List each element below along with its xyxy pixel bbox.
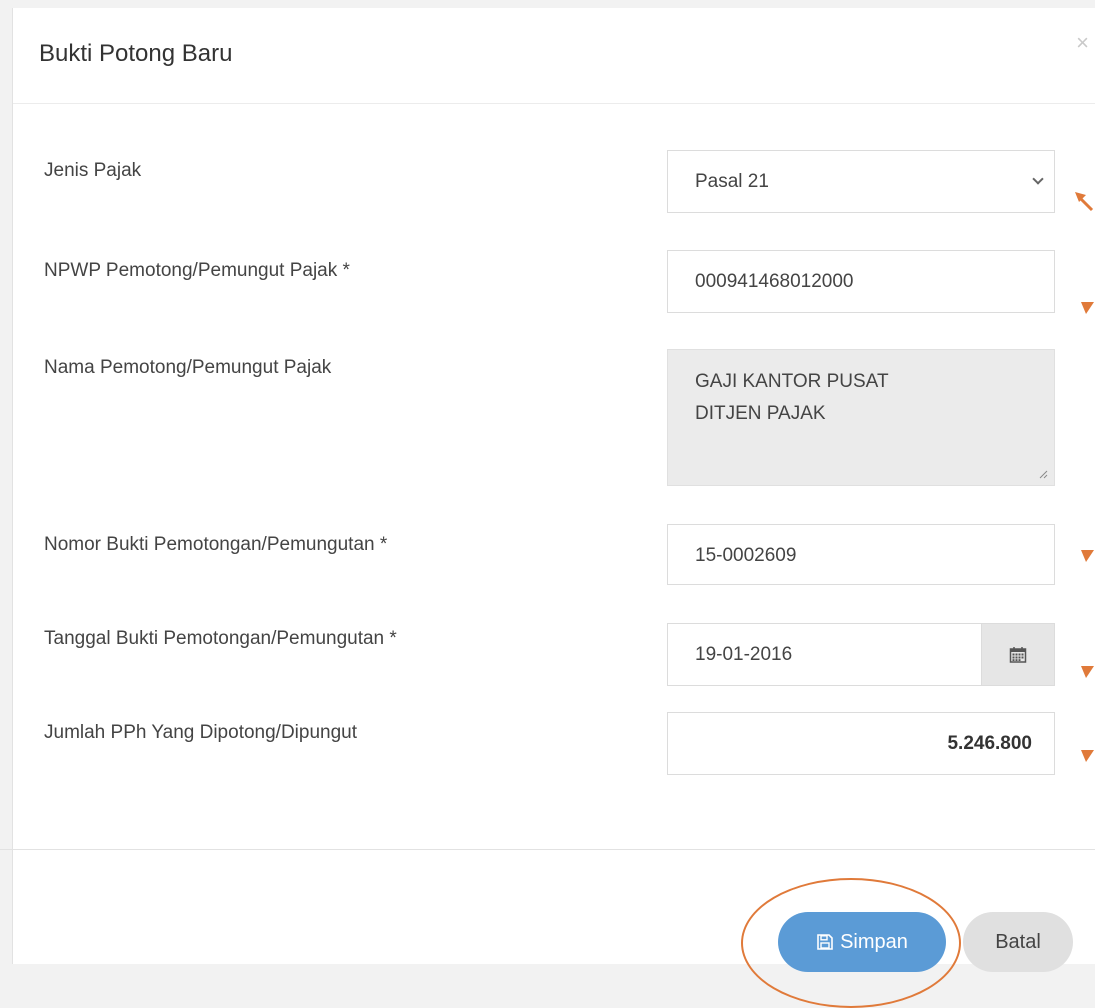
nomor-label: Nomor Bukti Pemotongan/Pemungutan * bbox=[44, 534, 388, 555]
modal-header: Bukti Potong Baru × bbox=[13, 8, 1095, 104]
nomor-value: 15-0002609 bbox=[695, 545, 797, 566]
jumlah-input[interactable]: 5.246.800 bbox=[667, 712, 1055, 775]
resize-grip-icon[interactable] bbox=[1038, 469, 1048, 479]
calendar-icon bbox=[1009, 646, 1027, 663]
save-button-label: Simpan bbox=[840, 930, 908, 953]
modal-footer-divider bbox=[0, 849, 1095, 850]
tanggal-value: 19-01-2016 bbox=[695, 644, 793, 665]
tanggal-input[interactable]: 19-01-2016 bbox=[667, 623, 1055, 686]
tanggal-label: Tanggal Bukti Pemotongan/Pemungutan * bbox=[44, 628, 397, 649]
nama-line-2: DITJEN PAJAK bbox=[695, 403, 826, 424]
nama-value: GAJI KANTOR PUSAT DITJEN PAJAK bbox=[695, 366, 889, 430]
chevron-down-icon bbox=[1032, 173, 1044, 185]
npwp-value: 000941468012000 bbox=[695, 271, 854, 292]
jenis-pajak-select[interactable]: Pasal 21 bbox=[667, 150, 1055, 213]
jumlah-label: Jumlah PPh Yang Dipotong/Dipungut bbox=[44, 722, 358, 743]
cancel-button-label: Batal bbox=[995, 930, 1041, 953]
save-button[interactable]: Simpan bbox=[778, 912, 946, 972]
npwp-label: NPWP Pemotong/Pemungut Pajak * bbox=[44, 260, 350, 281]
save-icon bbox=[816, 933, 834, 951]
nama-line-1: GAJI KANTOR PUSAT bbox=[695, 371, 889, 392]
close-button[interactable]: × bbox=[1076, 30, 1089, 56]
nama-label: Nama Pemotong/Pemungut Pajak bbox=[44, 357, 332, 378]
jenis-pajak-label: Jenis Pajak bbox=[44, 160, 142, 181]
jumlah-value: 5.246.800 bbox=[947, 733, 1032, 754]
cancel-button[interactable]: Batal bbox=[963, 912, 1073, 972]
modal-title: Bukti Potong Baru bbox=[39, 40, 233, 67]
nomor-input[interactable]: 15-0002609 bbox=[667, 524, 1055, 585]
npwp-input[interactable]: 000941468012000 bbox=[667, 250, 1055, 313]
calendar-button[interactable] bbox=[981, 624, 1054, 685]
nama-textarea[interactable]: GAJI KANTOR PUSAT DITJEN PAJAK bbox=[667, 349, 1055, 486]
jenis-pajak-value: Pasal 21 bbox=[695, 171, 769, 192]
